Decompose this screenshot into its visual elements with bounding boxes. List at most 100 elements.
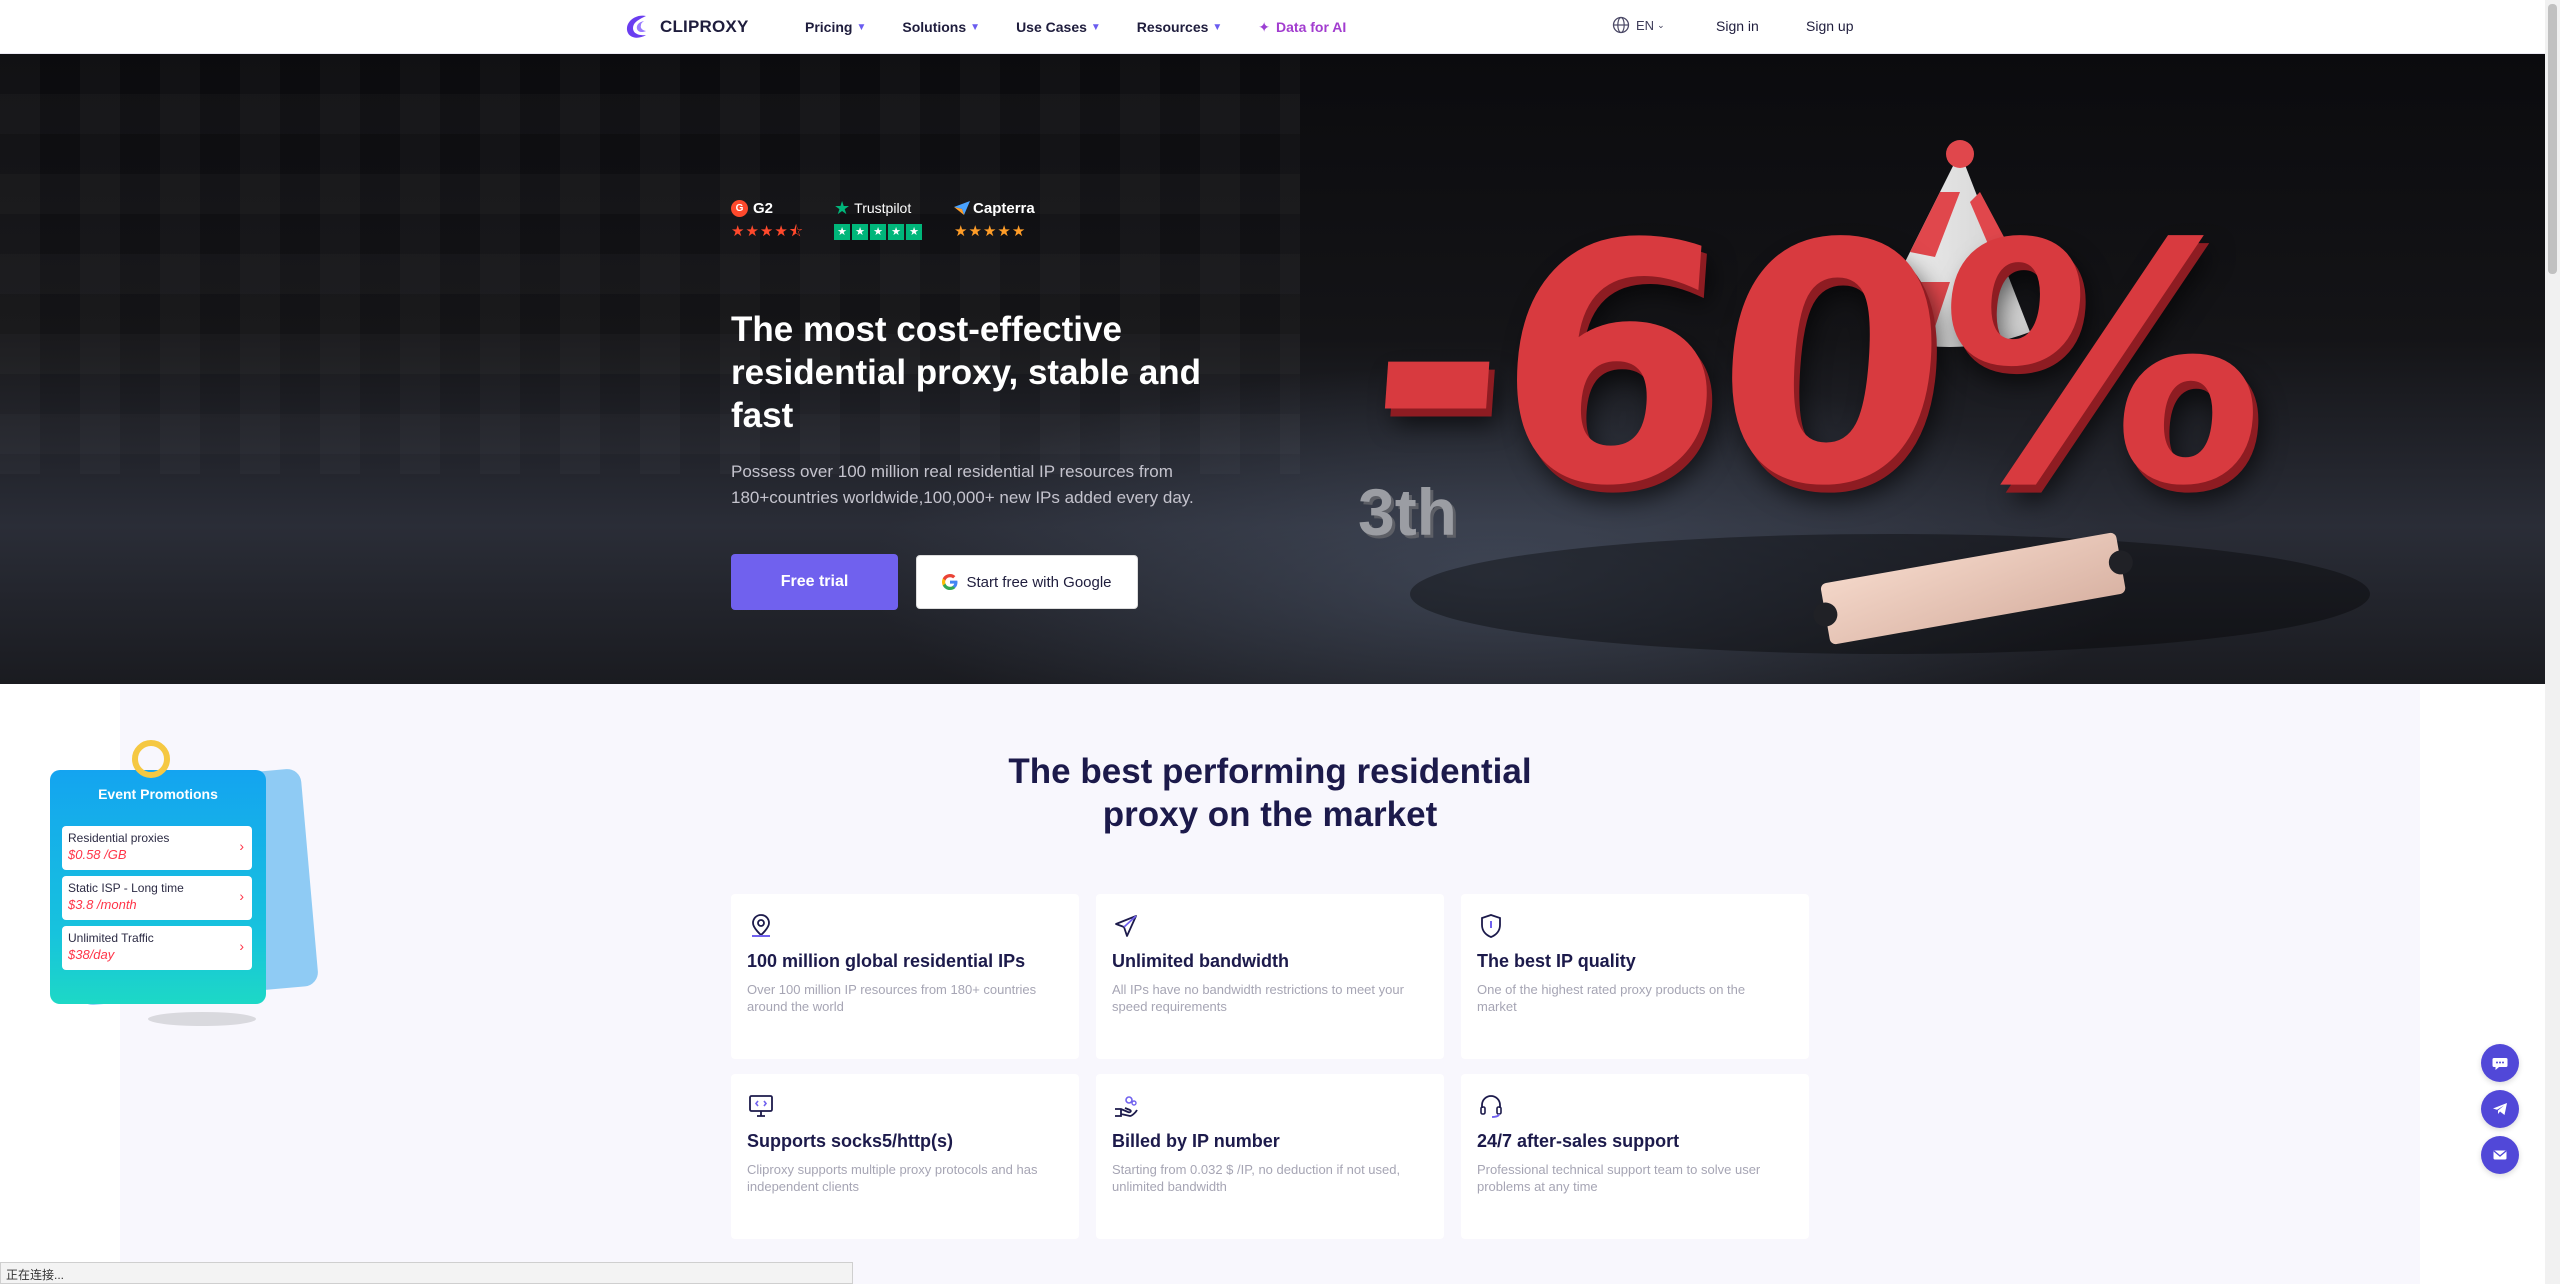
brand-logo[interactable]: CLIPROXY: [622, 11, 749, 43]
feature-card-desc: Cliproxy supports multiple proxy protoco…: [747, 1162, 1038, 1194]
feature-card-title: The best IP quality: [1477, 951, 1636, 971]
promo-item-static-isp[interactable]: Static ISP - Long time $3.8 /month ›: [62, 876, 252, 920]
promo-item-residential[interactable]: Residential proxies $0.58 /GB ›: [62, 826, 252, 870]
anniversary-tag: 3th: [1358, 475, 1457, 549]
shield-icon: [1481, 914, 1501, 938]
star-icon: ★: [888, 224, 905, 240]
email-button[interactable]: [2481, 1136, 2519, 1174]
nav-solutions-label: Solutions: [902, 19, 967, 35]
promo-item-unlimited-traffic[interactable]: Unlimited Traffic $38/day ›: [62, 926, 252, 970]
headset-icon: [1480, 1095, 1502, 1118]
telegram-icon: [2493, 1103, 2507, 1115]
sign-in-link[interactable]: Sign in: [1716, 18, 1759, 34]
event-promotions-title: Event Promotions: [98, 786, 218, 802]
tag-ring-icon: [132, 740, 170, 778]
g2-stars: ★ ★ ★ ★ ⯪: [731, 224, 804, 240]
promo-item-label: Unlimited Traffic: [68, 931, 154, 945]
google-logo-icon: [942, 574, 958, 590]
google-signup-label: Start free with Google: [966, 573, 1112, 591]
feature-card-title: Supports socks5/http(s): [747, 1131, 954, 1151]
caret-down-icon: ▼: [856, 21, 867, 33]
google-signup-button[interactable]: Start free with Google: [916, 555, 1138, 609]
star-icon: ★: [774, 223, 788, 240]
star-icon: ★: [731, 223, 745, 240]
star-icon: ★: [745, 223, 759, 240]
caret-down-icon: ▼: [1212, 21, 1223, 33]
page-scrollbar[interactable]: [2545, 0, 2560, 1284]
trustpilot-star-icon: ★: [834, 197, 851, 218]
promo-item-price: $38/day: [68, 947, 115, 962]
cliproxy-logo-icon: [626, 15, 646, 38]
star-icon: ★: [968, 223, 982, 240]
star-icon: ★: [954, 223, 968, 240]
star-icon: ★: [870, 224, 887, 240]
caret-down-icon: ▼: [970, 21, 981, 33]
monitor-icon: [749, 1095, 773, 1117]
chevron-right-icon: ›: [239, 838, 244, 854]
feature-card-desc: Over 100 million IP resources from 180+ …: [747, 982, 1037, 1014]
browser-status-bar: 正在连接...: [0, 1262, 853, 1284]
top-navbar: CLIPROXY Pricing ▼ Solutions ▼ Use Cases…: [0, 0, 2545, 54]
feature-card-desc: All IPs have no bandwidth restrictions t…: [1112, 982, 1404, 1014]
feature-card-title: 100 million global residential IPs: [747, 951, 1026, 971]
event-promotions-widget[interactable]: Event Promotions Residential proxies $0.…: [36, 740, 320, 1030]
envelope-icon: [2493, 1150, 2507, 1160]
language-label: EN: [1636, 17, 1655, 33]
feature-card-ip-quality: The best IP quality One of the highest r…: [1461, 894, 1809, 1059]
promo-item-label: Static ISP - Long time: [68, 881, 184, 895]
rating-capterra-name: Capterra: [973, 199, 1035, 217]
brand-name: CLIPROXY: [660, 17, 749, 36]
rating-trustpilot-name: Trustpilot: [854, 200, 912, 216]
feature-card-title: Billed by IP number: [1112, 1131, 1280, 1151]
feature-card-bandwidth: Unlimited bandwidth All IPs have no band…: [1096, 894, 1444, 1059]
paper-plane-icon: [1115, 915, 1137, 937]
nav-solutions[interactable]: Solutions ▼: [902, 19, 980, 35]
star-icon: ★: [1011, 223, 1026, 240]
star-icon: ★: [852, 224, 869, 240]
main-menu: Pricing ▼ Solutions ▼ Use Cases ▼ Resour…: [805, 0, 1346, 54]
scrollbar-thumb[interactable]: [2548, 4, 2557, 274]
globe-icon: [1612, 16, 1630, 34]
chevron-right-icon: ›: [239, 888, 244, 904]
rating-trustpilot[interactable]: ★ Trustpilot ★ ★ ★ ★ ★: [834, 198, 924, 240]
feature-card-global-ips: 100 million global residential IPs Over …: [731, 894, 1079, 1059]
half-star-icon: ⯪: [788, 223, 804, 240]
hero-banner: G G2 ★ ★ ★ ★ ⯪ ★ Trustpilot ★ ★ ★ ★ ★ Capter: [0, 54, 2545, 684]
star-icon: ★: [834, 224, 851, 240]
feature-card-desc: Starting from 0.032 $ /IP, no deduction …: [1112, 1162, 1401, 1194]
feature-card-title: 24/7 after-sales support: [1477, 1131, 1680, 1151]
feature-card-desc: Professional technical support team to s…: [1477, 1162, 1761, 1194]
capterra-stars: ★ ★ ★ ★ ★: [954, 224, 1035, 240]
chevron-down-icon: ⌄: [1657, 19, 1665, 30]
nav-resources[interactable]: Resources ▼: [1137, 19, 1223, 35]
discount-text: -60%: [1356, 174, 2271, 558]
location-pin-icon: [752, 914, 770, 937]
nav-use-cases[interactable]: Use Cases ▼: [1016, 19, 1101, 35]
nav-data-for-ai-label: Data for AI: [1276, 19, 1347, 35]
free-trial-button[interactable]: Free trial: [731, 554, 898, 610]
star-icon: ★: [906, 224, 923, 240]
sign-up-link[interactable]: Sign up: [1806, 18, 1853, 34]
hand-coin-icon: [1115, 1096, 1138, 1117]
capterra-logo-icon: [954, 201, 971, 215]
nav-pricing[interactable]: Pricing ▼: [805, 19, 866, 35]
g2-logo-icon: G: [731, 199, 748, 217]
widget-shadow: [148, 1012, 256, 1026]
features-title: The best performing residential proxy on…: [1008, 752, 1532, 834]
nav-data-for-ai[interactable]: ✦ Data for AI: [1258, 19, 1346, 36]
promo-item-label: Residential proxies: [68, 831, 170, 845]
telegram-button[interactable]: [2481, 1090, 2519, 1128]
language-selector[interactable]: EN ⌄: [1612, 16, 1665, 34]
hero-title: The most cost-effective residential prox…: [731, 310, 1202, 435]
rating-g2[interactable]: G G2 ★ ★ ★ ★ ⯪: [731, 198, 804, 240]
rating-g2-name: G2: [753, 199, 774, 217]
feature-card-billing: Billed by IP number Starting from 0.032 …: [1096, 1074, 1444, 1239]
live-chat-button[interactable]: [2481, 1044, 2519, 1082]
chat-bubble-icon: [2492, 1058, 2508, 1070]
nav-use-cases-label: Use Cases: [1016, 19, 1087, 35]
feature-card-desc: One of the highest rated proxy products …: [1477, 982, 1746, 1014]
feature-card-support: 24/7 after-sales support Professional te…: [1461, 1074, 1809, 1239]
promo-item-price: $0.58 /GB: [68, 847, 127, 862]
rating-capterra[interactable]: Capterra ★ ★ ★ ★ ★: [954, 198, 1035, 240]
chevron-right-icon: ›: [239, 938, 244, 954]
